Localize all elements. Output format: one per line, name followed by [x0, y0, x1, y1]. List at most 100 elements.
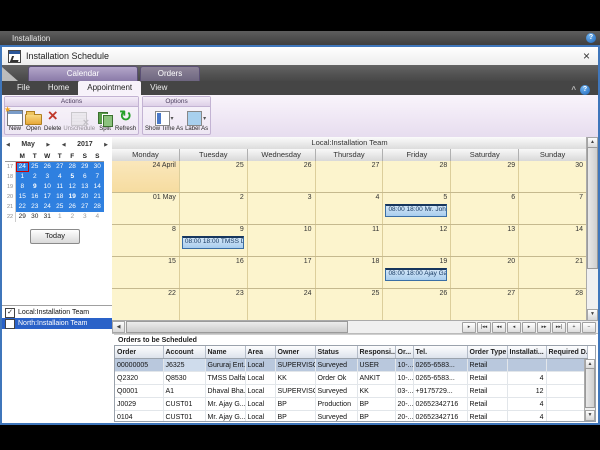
cell[interactable]: 20-... — [395, 411, 413, 423]
calendar-vscrollbar[interactable]: ▲ ▼ — [586, 137, 598, 321]
calendar-hscrollbar[interactable]: ◀ ▸|◂◂◂◂◂▸▸▸▸▸|+− — [112, 320, 598, 333]
mini-calendar-day[interactable]: 30 — [29, 212, 42, 222]
calendar-day-cell[interactable]: 25 — [180, 161, 248, 192]
calendar-day-cell[interactable]: 25 — [316, 289, 384, 320]
mini-calendar-day[interactable]: 13 — [79, 182, 92, 192]
mini-calendar-day[interactable]: 2 — [29, 172, 42, 182]
appointment[interactable]: 08:00 18:00 Ajay Gaut — [385, 268, 447, 281]
cell[interactable]: 02652342716 — [413, 398, 467, 411]
cell[interactable]: SUPERVISOR — [275, 385, 315, 398]
cell[interactable]: 4 — [507, 411, 546, 423]
new-button[interactable]: New — [6, 108, 24, 133]
calendar-day-cell[interactable]: 2 — [180, 193, 248, 224]
help-icon[interactable]: ? — [586, 33, 596, 43]
calendar-day-cell[interactable]: 6 — [451, 193, 519, 224]
calendar-day-cell[interactable]: 11 — [316, 225, 384, 256]
calendar-day-cell[interactable]: 18 — [316, 257, 384, 288]
calendar-day-cell[interactable]: 01 May — [112, 193, 180, 224]
mini-calendar-day[interactable]: 28 — [66, 162, 79, 172]
cell[interactable]: Q0001 — [115, 385, 163, 398]
cell[interactable]: BP — [357, 411, 395, 423]
mini-calendar-day[interactable]: 25 — [54, 202, 67, 212]
column-header-status[interactable]: Status — [315, 346, 357, 359]
cell[interactable]: Retail — [467, 359, 507, 372]
next-year-icon[interactable]: ▶ — [104, 142, 108, 148]
calendar-day-cell[interactable]: 7 — [519, 193, 587, 224]
mini-calendar-day[interactable]: 16 — [29, 192, 42, 202]
navigator-button[interactable]: ◂◂ — [492, 322, 506, 333]
column-header-required-d[interactable]: Required D... — [546, 346, 587, 359]
mini-calendar-day[interactable]: 3 — [79, 212, 92, 222]
mini-calendar-day[interactable]: 22 — [16, 202, 29, 212]
mini-calendar-day[interactable]: 24 — [41, 202, 54, 212]
mini-calendar-day[interactable]: 23 — [29, 202, 42, 212]
cell[interactable]: Q8530 — [163, 372, 205, 385]
column-header-area[interactable]: Area — [245, 346, 275, 359]
cell[interactable]: 03-... — [395, 385, 413, 398]
mini-calendar-day[interactable]: 11 — [54, 182, 67, 192]
cell[interactable]: CUST01 — [163, 398, 205, 411]
team-item[interactable]: North:Installaion Team — [2, 318, 112, 329]
delete-button[interactable]: Delete — [43, 108, 62, 133]
calendar-day-cell[interactable]: 4 — [316, 193, 384, 224]
navigator-button[interactable]: |◂◂ — [477, 322, 491, 333]
cell[interactable]: BP — [275, 398, 315, 411]
calendar-day-cell[interactable]: 17 — [248, 257, 316, 288]
column-header-name[interactable]: Name — [205, 346, 245, 359]
doc-tab-orders[interactable]: Orders — [140, 66, 200, 81]
calendar-day-cell[interactable]: 3 — [248, 193, 316, 224]
column-header-account[interactable]: Account — [163, 346, 205, 359]
dropdown-arrow-icon[interactable]: ▾ — [203, 115, 206, 122]
cell[interactable]: USER — [357, 359, 395, 372]
checkbox[interactable] — [5, 319, 15, 329]
mini-calendar-day[interactable]: 14 — [91, 182, 104, 192]
cell[interactable]: 0265-6583... — [413, 372, 467, 385]
cell[interactable]: ANKIT — [357, 372, 395, 385]
cell[interactable] — [546, 411, 587, 423]
team-item[interactable]: ✓Local:Installation Team — [2, 307, 112, 318]
mini-calendar-day[interactable]: 2 — [66, 212, 79, 222]
mini-calendar-day[interactable]: 5 — [66, 172, 79, 182]
navigator-button[interactable]: ▸ — [522, 322, 536, 333]
cell[interactable]: 10-... — [395, 359, 413, 372]
cell[interactable]: 02652342716 — [413, 411, 467, 423]
navigator-button[interactable]: ▸▸| — [552, 322, 566, 333]
mini-calendar-day[interactable]: 19 — [66, 192, 79, 202]
orders-vscrollbar[interactable]: ▲ ▼ — [584, 359, 595, 421]
calendar-day-cell[interactable]: 26 — [383, 289, 451, 320]
calendar-day-cell[interactable]: 14 — [519, 225, 587, 256]
cell[interactable]: Mr. Ajay G... — [205, 398, 245, 411]
appointment[interactable]: 08:00 18:00 Mr. John D — [385, 204, 447, 217]
table-row[interactable]: Q2320Q8530TMSS DalfabLocalKKOrder OkANKI… — [115, 372, 587, 385]
mini-calendar-day[interactable]: 9 — [29, 182, 42, 192]
cell[interactable]: 4 — [507, 372, 546, 385]
column-header-owner[interactable]: Owner — [275, 346, 315, 359]
cell[interactable]: 0265-6583... — [413, 359, 467, 372]
cell[interactable]: Retail — [467, 372, 507, 385]
cell[interactable]: 12 — [507, 385, 546, 398]
mini-calendar-day[interactable]: 21 — [91, 192, 104, 202]
split-button[interactable]: Split — [96, 108, 114, 133]
column-header-order-type[interactable]: Order Type — [467, 346, 507, 359]
table-row[interactable]: 0104CUST01Mr. Ajay G...LocalBPSurveyedBP… — [115, 411, 587, 423]
ribbon-tab-view[interactable]: View — [141, 81, 176, 95]
orders-vscrollbar-thumb[interactable] — [585, 368, 595, 408]
calendar-day-cell[interactable]: 27 — [451, 289, 519, 320]
cell[interactable]: J0029 — [115, 398, 163, 411]
mini-calendar-day[interactable]: 24 — [16, 162, 29, 172]
navigator-button[interactable]: + — [567, 322, 581, 333]
calendar-day-cell[interactable]: 508:00 18:00 Mr. John D — [383, 193, 451, 224]
navigator-button[interactable]: ◂ — [507, 322, 521, 333]
cell[interactable]: A1 — [163, 385, 205, 398]
calendar-day-cell[interactable]: 10 — [248, 225, 316, 256]
cell[interactable]: SUPERVISOR — [275, 359, 315, 372]
calendar-day-cell[interactable]: 26 — [248, 161, 316, 192]
cell[interactable] — [546, 398, 587, 411]
cell[interactable]: Local — [245, 385, 275, 398]
cell[interactable]: Surveyed — [315, 385, 357, 398]
calendar-day-cell[interactable]: 24 — [248, 289, 316, 320]
mini-calendar-day[interactable]: 28 — [91, 202, 104, 212]
show-time-as-button[interactable]: ▾Show Time As — [144, 108, 184, 133]
ribbon-collapse-icon[interactable]: ^ — [571, 85, 576, 95]
checkbox[interactable]: ✓ — [5, 308, 15, 318]
